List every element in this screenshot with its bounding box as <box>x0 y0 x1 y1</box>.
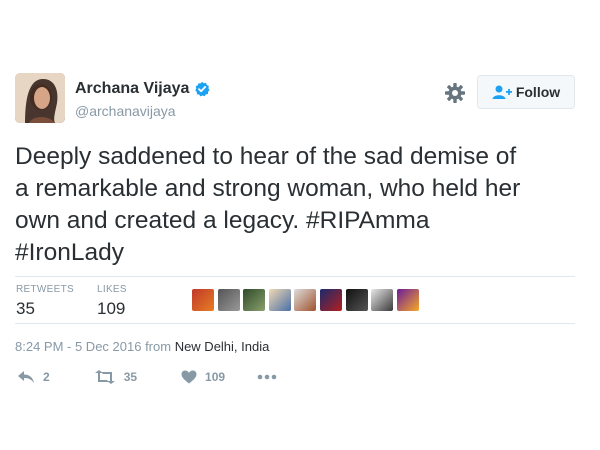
tweet-meta: 8:24 PM - 5 Dec 2016 from New Delhi, Ind… <box>15 339 269 354</box>
reply-button[interactable]: 2 <box>17 370 50 384</box>
more-icon <box>257 374 277 380</box>
retweets-label: RETWEETS <box>16 284 74 295</box>
retweets-value: 35 <box>16 299 35 318</box>
like-button[interactable]: 109 <box>181 370 225 384</box>
retweet-icon <box>94 370 115 384</box>
liker-avatar[interactable] <box>319 289 342 311</box>
tweet-text-line: a remarkable and strong woman, who held … <box>15 175 521 202</box>
liker-avatar[interactable] <box>217 289 240 311</box>
likes-stat[interactable]: LIKES 109 <box>97 284 127 319</box>
like-count: 109 <box>205 370 226 384</box>
tweet-location[interactable]: New Delhi, India <box>175 339 270 354</box>
avatar[interactable] <box>15 73 65 123</box>
follow-button-label: Follow <box>515 84 561 100</box>
divider <box>15 323 575 324</box>
heart-icon <box>181 370 197 384</box>
liker-avatar[interactable] <box>345 289 368 311</box>
hashtag-link[interactable]: #RIPAmma <box>306 207 429 234</box>
tweet-text-line: own and created a legacy. #RIPAmma <box>15 205 585 237</box>
liker-avatar[interactable] <box>192 289 214 311</box>
liker-avatar[interactable] <box>294 289 317 311</box>
reply-icon <box>18 371 34 383</box>
gear-icon[interactable] <box>444 82 466 104</box>
add-user-icon <box>492 85 512 99</box>
user-name-row[interactable]: Archana Vijaya <box>75 80 211 98</box>
likes-label: LIKES <box>97 284 127 295</box>
user-name[interactable]: Archana Vijaya <box>75 80 189 98</box>
liker-avatar[interactable] <box>371 289 394 311</box>
follow-button[interactable]: Follow <box>477 75 575 109</box>
tweet-text-fragment: own and created a legacy. <box>15 207 307 234</box>
divider <box>15 276 575 277</box>
tweet-actions: 2 35 109 <box>17 370 277 384</box>
liker-avatar[interactable] <box>396 289 419 311</box>
tweet-text: Deeply saddened to hear of the sad demis… <box>15 141 585 269</box>
more-button[interactable] <box>257 374 277 380</box>
user-handle[interactable]: @archanavijaya <box>75 103 176 119</box>
liker-avatars <box>192 289 422 311</box>
reply-count: 2 <box>43 370 50 384</box>
retweets-stat[interactable]: RETWEETS 35 <box>16 284 74 319</box>
likes-value: 109 <box>97 299 126 318</box>
retweet-button[interactable]: 35 <box>94 370 137 384</box>
retweet-count: 35 <box>123 370 138 384</box>
tweet-text-line: #IronLady <box>15 237 585 269</box>
hashtag-link[interactable]: #IronLady <box>15 239 124 266</box>
verified-badge-icon <box>195 81 211 97</box>
liker-avatar[interactable] <box>243 289 266 311</box>
tweet-timestamp[interactable]: 8:24 PM - 5 Dec 2016 from <box>15 339 175 354</box>
tweet-card: Archana Vijaya @archanavijaya Follow Dee… <box>0 0 600 450</box>
liker-avatar[interactable] <box>268 289 291 311</box>
tweet-text-line: Deeply saddened to hear of the sad demis… <box>15 143 517 170</box>
